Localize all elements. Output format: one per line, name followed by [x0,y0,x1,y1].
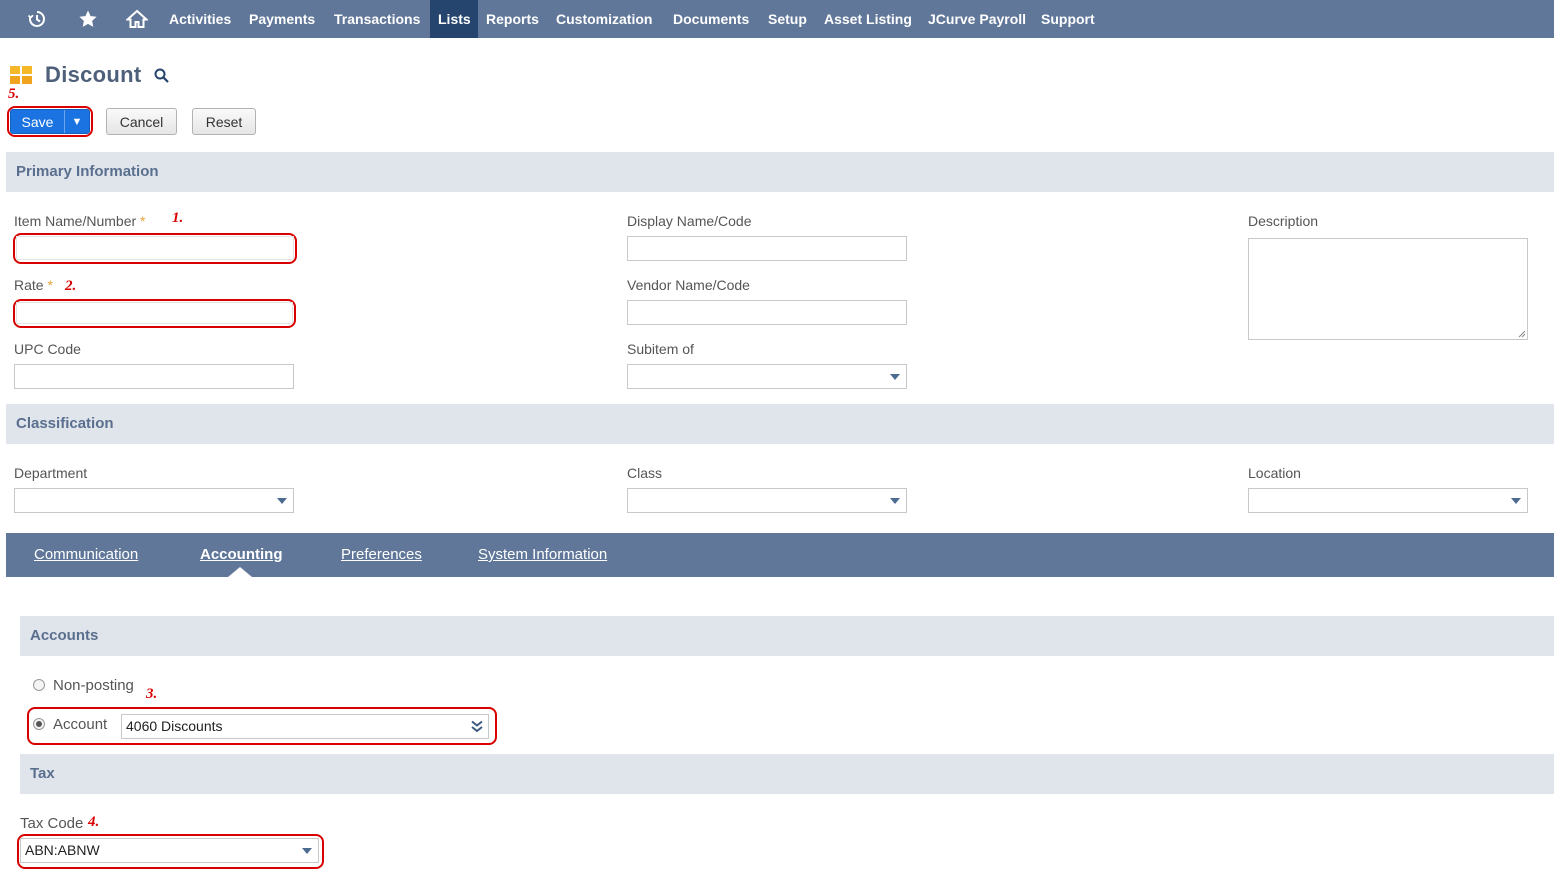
nav-payments[interactable]: Payments [241,0,323,38]
tab-preferences[interactable]: Preferences [341,533,422,577]
nav-jcurve-payroll[interactable]: JCurve Payroll [920,0,1034,38]
class-label: Class [627,465,663,481]
tab-communication[interactable]: Communication [34,533,138,577]
item-record-icon [10,66,32,84]
display-name-input[interactable] [627,236,907,261]
favorites-star-icon[interactable] [73,0,103,38]
vendor-name-label: Vendor Name/Code [627,277,750,293]
nav-transactions[interactable]: Transactions [326,0,428,38]
annotation-4: 4. [88,814,100,830]
annotation-2: 2. [65,278,77,294]
section-title: Accounts [30,627,99,644]
description-textarea[interactable] [1248,238,1528,340]
primary-information-header[interactable]: Primary Information [6,152,1554,192]
section-title: Tax [30,765,55,782]
page-title: Discount [45,62,142,87]
active-tab-indicator [228,567,252,577]
classification-header[interactable]: Classification [6,404,1554,444]
subitem-of-label: Subitem of [627,341,694,357]
location-label: Location [1248,465,1301,481]
nav-asset-listing[interactable]: Asset Listing [816,0,920,38]
chevron-down-icon [890,374,900,380]
home-icon[interactable] [122,0,152,38]
top-navigation: Activities Payments Transactions Lists R… [0,0,1554,38]
account-select[interactable]: 4060 Discounts [121,714,489,739]
recent-history-icon[interactable] [22,0,52,38]
required-marker: * [47,277,53,293]
chevron-down-icon [1511,498,1521,504]
cancel-button[interactable]: Cancel [106,108,177,135]
chevron-down-icon [277,498,287,504]
vendor-name-input[interactable] [627,300,907,325]
tax-header[interactable]: Tax [20,754,1554,794]
tax-code-select[interactable]: ABN:ABNW [20,838,319,863]
account-label: Account [53,716,108,733]
description-label: Description [1248,213,1319,229]
nav-documents[interactable]: Documents [665,0,757,38]
annotation-5: 5. [8,86,20,102]
upc-code-input[interactable] [14,364,294,389]
non-posting-label: Non-posting [53,677,134,694]
rate-label: Rate * [14,277,53,293]
section-title: Primary Information [16,163,159,180]
annotation-3: 3. [146,686,158,702]
save-dropdown-arrow-icon[interactable]: ▼ [65,110,89,133]
upc-code-label: UPC Code [14,341,81,357]
nav-customization[interactable]: Customization [548,0,660,38]
accounts-header[interactable]: Accounts [20,616,1554,656]
account-radio[interactable] [33,718,45,730]
annotation-1: 1. [172,210,184,226]
save-button[interactable]: Save ▼ [10,109,90,134]
class-select[interactable] [627,488,907,513]
tax-code-selected-value: ABN:ABNW [25,842,100,858]
nav-activities[interactable]: Activities [161,0,239,38]
chevron-down-icon [890,498,900,504]
search-icon[interactable] [154,68,170,89]
nav-setup[interactable]: Setup [760,0,815,38]
account-selected-value: 4060 Discounts [126,718,223,734]
non-posting-radio[interactable] [33,679,45,691]
nav-support[interactable]: Support [1033,0,1103,38]
double-chevron-down-icon[interactable] [471,720,483,733]
rate-input[interactable] [16,302,293,324]
section-title: Classification [16,415,114,432]
chevron-down-icon [302,848,312,854]
item-name-input[interactable] [16,236,294,260]
resize-handle-icon[interactable] [1518,330,1526,338]
display-name-label: Display Name/Code [627,213,752,229]
nav-reports[interactable]: Reports [478,0,547,38]
required-marker: * [140,213,146,229]
department-label: Department [14,465,88,481]
tab-system-information[interactable]: System Information [478,533,607,577]
nav-lists[interactable]: Lists [430,0,478,38]
location-select[interactable] [1248,488,1528,513]
save-button-label[interactable]: Save [11,110,65,133]
reset-button[interactable]: Reset [192,108,256,135]
subitem-of-select[interactable] [627,364,907,389]
item-name-label: Item Name/Number * [14,213,146,229]
tax-code-label: Tax Code [20,815,84,832]
department-select[interactable] [14,488,294,513]
